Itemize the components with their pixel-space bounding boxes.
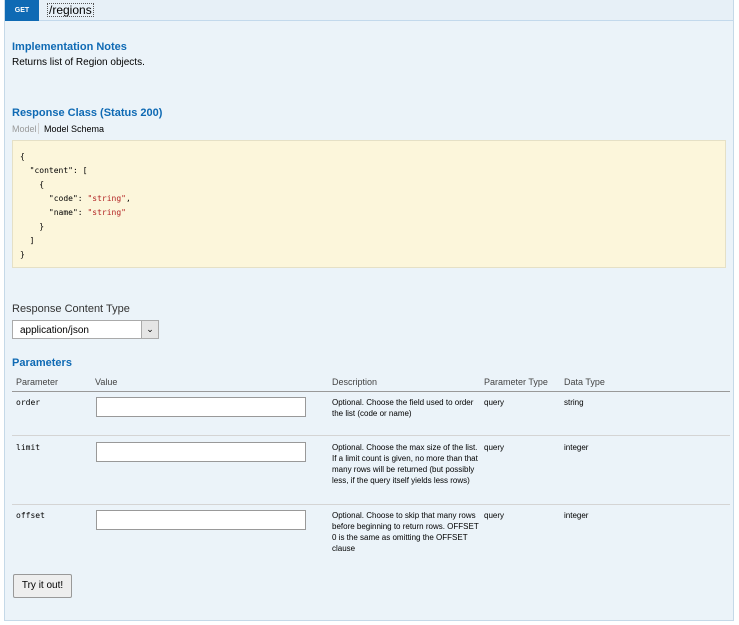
column-header-parameter: Parameter [16,377,59,387]
schema-line: ] [20,236,35,245]
operation-header[interactable]: GET /regions [5,0,733,21]
offset-input[interactable] [96,510,306,530]
param-name-limit: limit [16,443,41,452]
data-type-limit: integer [564,443,589,452]
select-value: application/json [20,325,89,336]
schema-line: } [20,250,25,259]
implementation-notes-text: Returns list of Region objects. [12,57,145,68]
schema-line: "code": "string", [20,194,131,203]
column-header-parameter-type: Parameter Type [484,377,548,387]
table-header-divider [12,391,730,392]
column-header-description: Description [332,377,378,387]
response-content-type-select[interactable]: application/json ⌄ [12,320,159,339]
parameters-heading: Parameters [12,357,72,369]
http-method-badge[interactable]: GET [5,0,39,21]
model-schema-block[interactable]: { "content": [ { "code": "string", "name… [12,140,726,268]
limit-input[interactable] [96,442,306,462]
schema-line: { [20,180,45,189]
param-name-offset: offset [16,511,45,520]
order-input[interactable] [96,397,306,417]
data-type-offset: integer [564,511,589,520]
param-description-offset: Optional. Choose to skip that many rows … [332,511,479,553]
row-divider [12,504,730,505]
param-type-order: query [484,398,505,407]
model-tab[interactable]: Model [12,124,37,134]
schema-line: { [20,152,25,161]
param-description-limit: Optional. Choose the max size of the lis… [332,443,478,485]
column-header-data-type: Data Type [564,377,605,387]
row-divider [12,435,730,436]
operation-path-link[interactable]: /regions [47,3,94,17]
try-it-out-button[interactable]: Try it out! [13,574,72,598]
response-content-type-label: Response Content Type [12,303,130,315]
param-type-limit: query [484,443,505,452]
column-header-value: Value [95,377,118,387]
param-name-order: order [16,398,41,407]
param-description-order: Optional. Choose the field used to order… [332,398,474,418]
param-type-offset: query [484,511,505,520]
implementation-notes-heading: Implementation Notes [12,41,127,53]
schema-line: } [20,222,45,231]
operation-panel: GET /regions Implementation Notes Return… [4,0,734,621]
tab-divider [38,123,39,134]
model-schema-tab[interactable]: Model Schema [44,124,104,134]
chevron-down-icon[interactable]: ⌄ [141,321,158,338]
response-class-heading: Response Class (Status 200) [12,107,163,119]
schema-line: "name": "string" [20,208,126,217]
data-type-order: string [564,398,584,407]
schema-line: "content": [ [20,166,88,175]
